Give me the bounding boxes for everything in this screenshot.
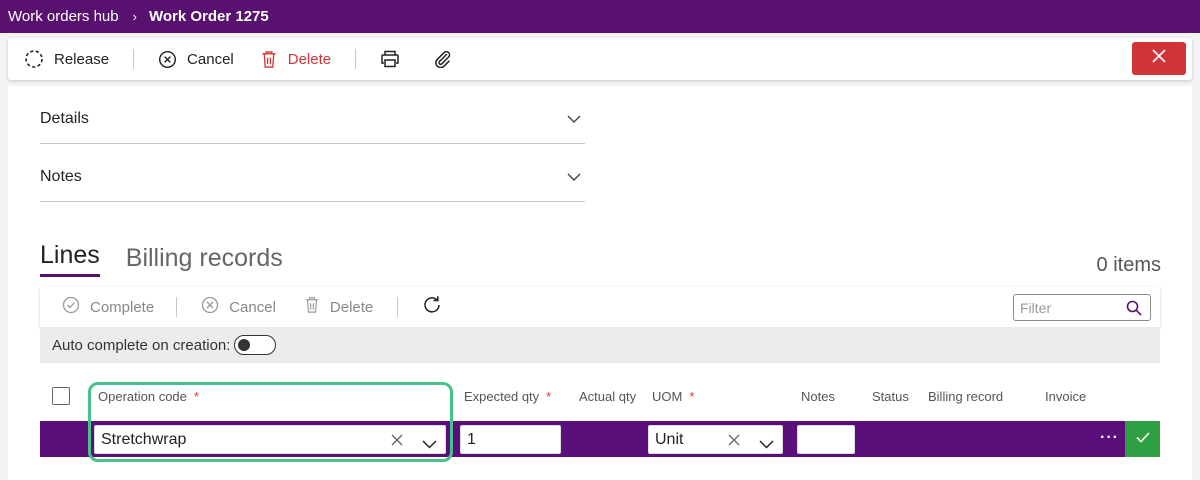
column-label: UOM [652, 389, 683, 404]
cancel-circle-icon [201, 296, 219, 318]
column-header-status[interactable]: Status [872, 389, 909, 404]
column-header-actual-qty[interactable]: Actual qty [579, 389, 636, 404]
operation-code-value: Stretchwrap [101, 430, 187, 448]
required-marker: * [546, 389, 552, 404]
auto-complete-row: Auto complete on creation: [40, 327, 1160, 363]
confirm-row-button[interactable] [1125, 421, 1160, 457]
table-row: Stretchwrap 1 Unit ··· [40, 421, 1160, 457]
tab-lines[interactable]: Lines [40, 241, 100, 277]
notes-section-header[interactable]: Notes [40, 152, 585, 202]
expected-qty-input[interactable]: 1 [460, 425, 561, 454]
clear-icon[interactable] [728, 433, 740, 451]
details-title: Details [40, 109, 89, 127]
printer-icon [380, 50, 400, 68]
page-title: Work Order 1275 [148, 8, 269, 25]
filter-input[interactable] [1020, 299, 1120, 316]
content-panel: Details Notes Lines Billing records 0 it… [8, 86, 1192, 480]
auto-complete-label: Auto complete on creation: [52, 336, 231, 354]
column-label: Expected qty [464, 389, 540, 404]
release-label: Release [54, 50, 110, 68]
uom-select[interactable]: Unit [648, 425, 783, 454]
column-header-notes[interactable]: Notes [801, 389, 835, 404]
column-header-operation-code[interactable]: Operation code * [98, 389, 199, 404]
lines-delete-label: Delete [329, 298, 374, 316]
notes-title: Notes [40, 167, 82, 185]
tab-bar: Lines Billing records [40, 241, 283, 277]
auto-complete-toggle[interactable] [234, 335, 277, 355]
toolbar-divider [176, 297, 178, 317]
cancel-circle-icon [158, 50, 177, 69]
column-header-invoice[interactable]: Invoice [1045, 389, 1086, 404]
tab-billing-records[interactable]: Billing records [126, 244, 283, 277]
lines-delete-button[interactable]: Delete [304, 296, 373, 318]
chevron-down-icon[interactable] [422, 436, 437, 454]
required-marker: * [689, 389, 695, 404]
lines-cancel-button[interactable]: Cancel [201, 296, 276, 318]
notes-input[interactable] [797, 425, 855, 454]
release-icon [24, 49, 44, 69]
toolbar-divider [397, 297, 399, 317]
trash-icon [260, 50, 278, 69]
column-label: Operation code [98, 389, 187, 404]
check-circle-icon [62, 296, 80, 318]
cancel-button[interactable]: Cancel [158, 38, 234, 80]
complete-label: Complete [90, 298, 155, 316]
attach-button[interactable] [434, 38, 452, 80]
uom-value: Unit [655, 430, 684, 448]
refresh-icon [422, 295, 442, 319]
breadcrumb-parent-link[interactable]: Work orders hub [8, 8, 119, 25]
chevron-down-icon[interactable] [759, 436, 774, 454]
paperclip-icon [434, 50, 452, 68]
checkmark-icon [1135, 430, 1150, 448]
operation-code-select[interactable]: Stretchwrap [94, 425, 446, 454]
main-toolbar: Release Cancel Delete [8, 38, 1192, 80]
clear-icon[interactable] [391, 433, 403, 451]
chevron-down-icon [567, 168, 581, 186]
delete-button[interactable]: Delete [260, 38, 331, 80]
column-header-billing-record[interactable]: Billing record [928, 389, 1003, 404]
close-button[interactable] [1132, 42, 1186, 75]
chevron-down-icon [567, 110, 581, 128]
filter-field [1013, 294, 1151, 321]
required-marker: * [193, 389, 199, 404]
refresh-button[interactable] [422, 295, 442, 319]
select-all-checkbox[interactable] [52, 387, 70, 405]
breadcrumb-bar: Work orders hub › Work Order 1275 [0, 0, 1200, 33]
print-button[interactable] [380, 38, 400, 80]
lines-toolbar: Complete Cancel Delete [40, 287, 1160, 327]
expected-qty-value: 1 [467, 430, 476, 448]
details-section-header[interactable]: Details [40, 94, 585, 144]
breadcrumb-separator-icon: › [132, 9, 137, 24]
complete-button[interactable]: Complete [62, 296, 154, 318]
toolbar-divider [133, 49, 135, 69]
search-icon[interactable] [1126, 300, 1142, 320]
trash-icon [304, 296, 320, 318]
items-count: 0 items [1096, 254, 1161, 276]
delete-label: Delete [287, 50, 332, 68]
cancel-label: Cancel [187, 50, 234, 68]
release-button[interactable]: Release [24, 38, 109, 80]
lines-cancel-label: Cancel [229, 298, 276, 316]
column-header-expected-qty[interactable]: Expected qty * [464, 389, 551, 404]
more-options-button[interactable]: ··· [1100, 429, 1119, 447]
toggle-knob [238, 339, 251, 351]
close-icon [1152, 49, 1166, 68]
column-header-uom[interactable]: UOM * [652, 389, 694, 404]
toolbar-divider [355, 49, 357, 69]
